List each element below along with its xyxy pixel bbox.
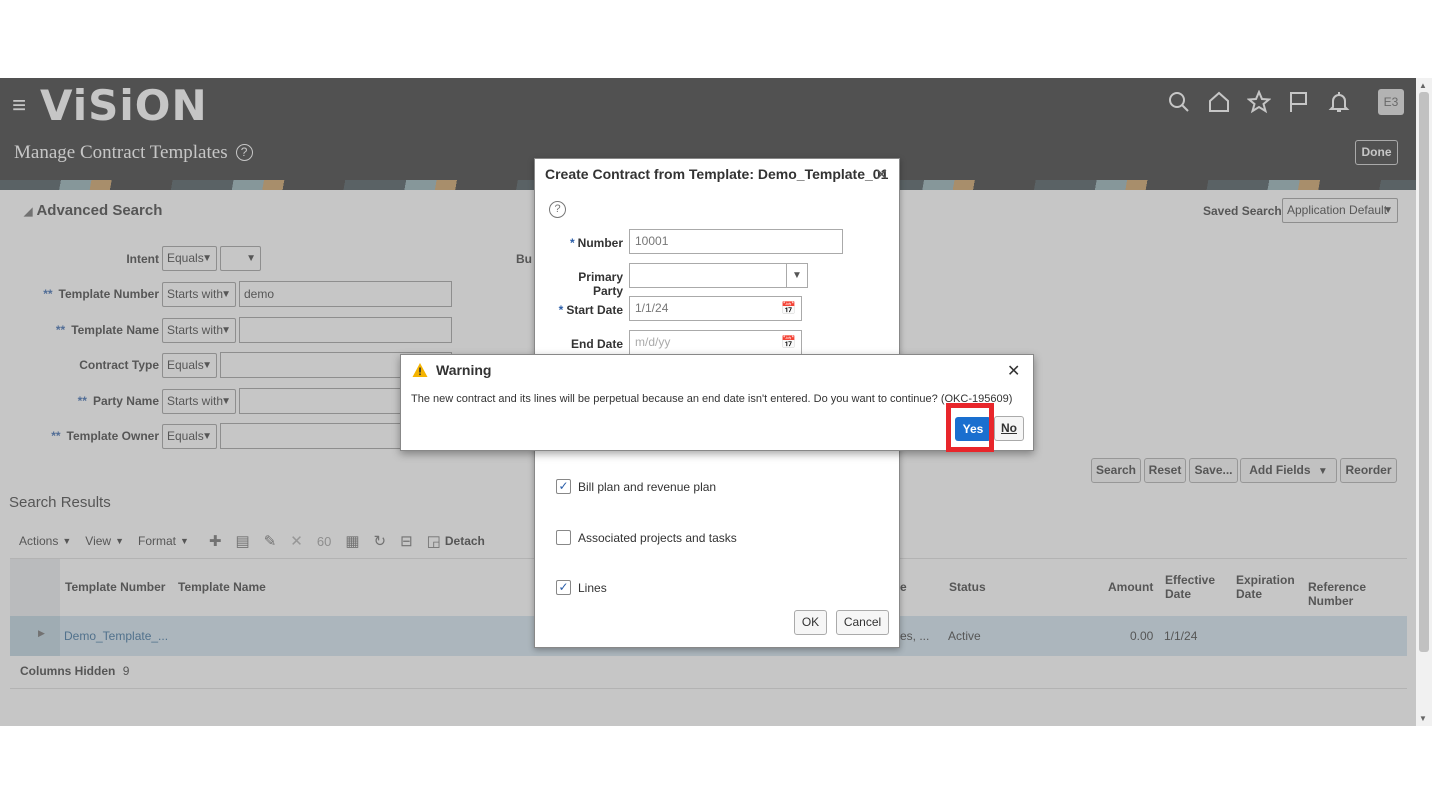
- calendar-icon[interactable]: 📅: [781, 335, 796, 349]
- end-date-label: End Date: [570, 337, 623, 351]
- create-dialog-title: Create Contract from Template: Demo_Temp…: [545, 166, 889, 182]
- close-icon[interactable]: ✕: [875, 165, 888, 185]
- page-scrollbar[interactable]: ▲ ▼: [1416, 78, 1432, 726]
- start-date-input[interactable]: 1/1/24: [629, 296, 802, 321]
- primary-party-dropdown-icon[interactable]: ▼: [786, 263, 808, 288]
- close-icon[interactable]: ✕: [1007, 361, 1020, 381]
- required-star: *: [558, 303, 564, 317]
- bill-plan-checkbox[interactable]: ✓ Bill plan and revenue plan: [556, 479, 716, 494]
- scroll-down-icon[interactable]: ▼: [1419, 714, 1427, 723]
- number-label: * Number: [545, 236, 623, 250]
- app-window: ≡ ViSiON Manage Contract Templates? E3 D…: [0, 78, 1432, 726]
- checkbox-checked-icon: ✓: [556, 580, 571, 595]
- help-icon[interactable]: ?: [549, 201, 566, 218]
- number-input[interactable]: 10001: [629, 229, 843, 254]
- start-date-label-text: Start Date: [566, 303, 623, 317]
- calendar-icon[interactable]: 📅: [781, 301, 796, 315]
- number-label-text: Number: [577, 236, 623, 250]
- associated-projects-checkbox[interactable]: Associated projects and tasks: [556, 530, 737, 545]
- end-date-input[interactable]: m/d/yy: [629, 330, 802, 355]
- warning-message: The new contract and its lines will be p…: [411, 393, 1013, 405]
- primary-party-input[interactable]: [629, 263, 808, 288]
- scroll-thumb[interactable]: [1419, 92, 1429, 652]
- warning-title: Warning: [436, 362, 492, 378]
- warning-icon: [412, 363, 428, 377]
- checkbox-unchecked-icon: [556, 530, 571, 545]
- start-date-label: * Start Date: [545, 303, 623, 317]
- required-star: *: [569, 236, 575, 250]
- primary-party-label: Primary Party: [578, 270, 623, 298]
- lines-checkbox[interactable]: ✓ Lines: [556, 580, 607, 595]
- cancel-button[interactable]: Cancel: [836, 610, 889, 635]
- yes-button[interactable]: Yes: [955, 417, 991, 441]
- no-button[interactable]: No: [994, 416, 1024, 441]
- warning-dialog: Warning ✕ The new contract and its lines…: [400, 354, 1034, 451]
- scroll-up-icon[interactable]: ▲: [1419, 81, 1427, 90]
- lines-label: Lines: [578, 580, 607, 595]
- bill-plan-label: Bill plan and revenue plan: [578, 479, 717, 494]
- checkbox-checked-icon: ✓: [556, 479, 571, 494]
- associated-projects-label: Associated projects and tasks: [578, 530, 737, 545]
- ok-button[interactable]: OK: [794, 610, 827, 635]
